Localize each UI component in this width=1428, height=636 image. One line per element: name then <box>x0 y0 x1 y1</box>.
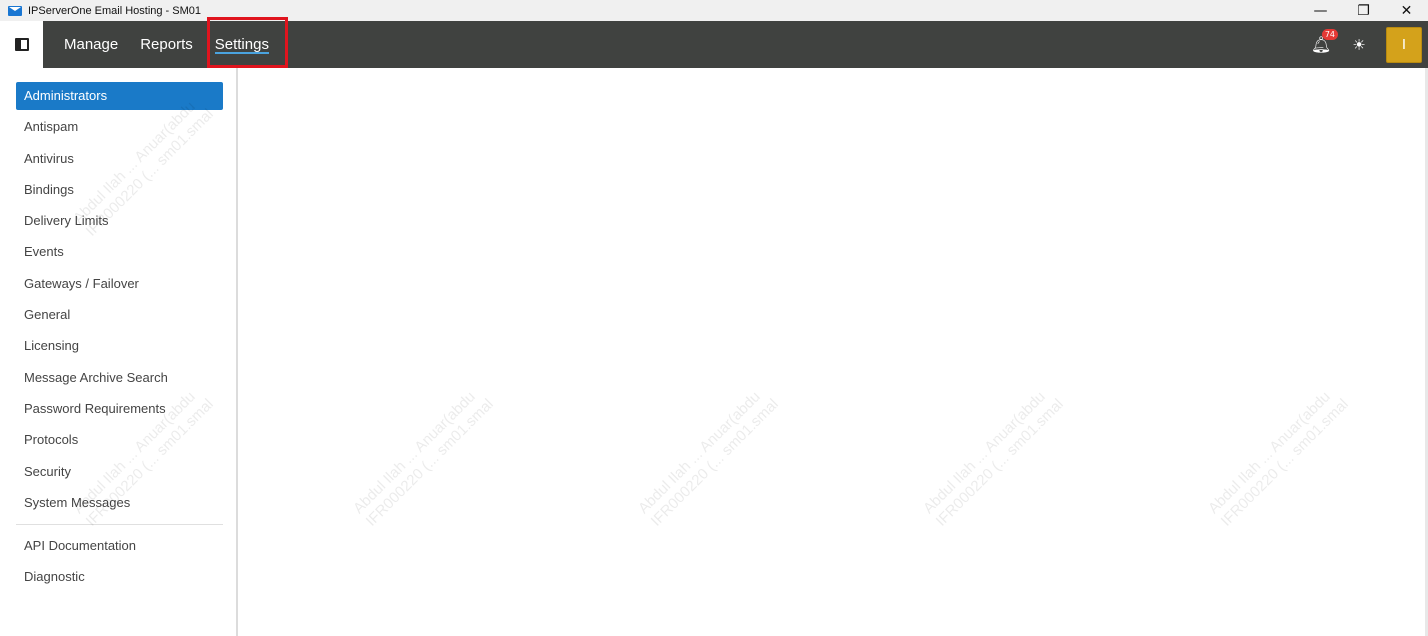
sidebar-item-delivery-limits[interactable]: Delivery Limits <box>16 207 223 238</box>
notifications-button[interactable]: 🔔︎ 74 <box>1310 28 1338 56</box>
settings-sidebar: Administrators Antispam Antivirus Bindin… <box>0 68 238 636</box>
window-title: IPServerOne Email Hosting - SM01 <box>28 4 202 17</box>
nav-reports[interactable]: Reports <box>140 21 193 68</box>
header-actions: 🔔︎ 74 ☀ I <box>1310 21 1422 68</box>
sidebar-item-general[interactable]: General <box>16 301 223 332</box>
sidebar-item-protocols[interactable]: Protocols <box>16 426 223 457</box>
theme-toggle-button[interactable]: ☀ <box>1348 34 1370 56</box>
sidebar-item-security[interactable]: Security <box>16 458 223 489</box>
sidebar-toggle-button[interactable] <box>0 21 43 68</box>
sidebar-item-password-requirements[interactable]: Password Requirements <box>16 395 223 426</box>
restore-button[interactable]: ❐ <box>1342 0 1385 21</box>
sidebar-item-antivirus[interactable]: Antivirus <box>16 145 223 176</box>
sun-icon: ☀ <box>1352 35 1366 54</box>
sidebar-item-message-archive-search[interactable]: Message Archive Search <box>16 364 223 395</box>
sidebar-item-system-messages[interactable]: System Messages <box>16 489 223 520</box>
app-header: Manage Reports Settings 🔔︎ 74 ☀ I <box>0 17 1428 68</box>
sidebar-item-events[interactable]: Events <box>16 238 223 269</box>
window-controls: — ❐ ✕ <box>1299 0 1428 21</box>
minimize-button[interactable]: — <box>1299 0 1342 21</box>
user-avatar[interactable]: I <box>1386 26 1422 63</box>
main-content <box>240 68 1428 636</box>
notification-count-badge: 74 <box>1321 28 1338 40</box>
sidebar-item-diagnostic[interactable]: Diagnostic <box>16 563 223 594</box>
nav-manage[interactable]: Manage <box>64 21 118 68</box>
close-button[interactable]: ✕ <box>1385 0 1428 21</box>
sidebar-item-licensing[interactable]: Licensing <box>16 332 223 363</box>
sidebar-item-administrators[interactable]: Administrators <box>16 82 223 110</box>
settings-menu: Administrators Antispam Antivirus Bindin… <box>16 82 223 595</box>
sidebar-item-gateways-failover[interactable]: Gateways / Failover <box>16 270 223 301</box>
sidebar-item-bindings[interactable]: Bindings <box>16 176 223 207</box>
mail-app-icon <box>8 5 22 16</box>
sidebar-item-antispam[interactable]: Antispam <box>16 113 223 144</box>
sidebar-item-api-documentation[interactable]: API Documentation <box>16 532 223 563</box>
sidebar-panel-icon <box>14 38 29 51</box>
sidebar-divider <box>16 524 223 526</box>
settings-highlight-box <box>207 17 288 68</box>
